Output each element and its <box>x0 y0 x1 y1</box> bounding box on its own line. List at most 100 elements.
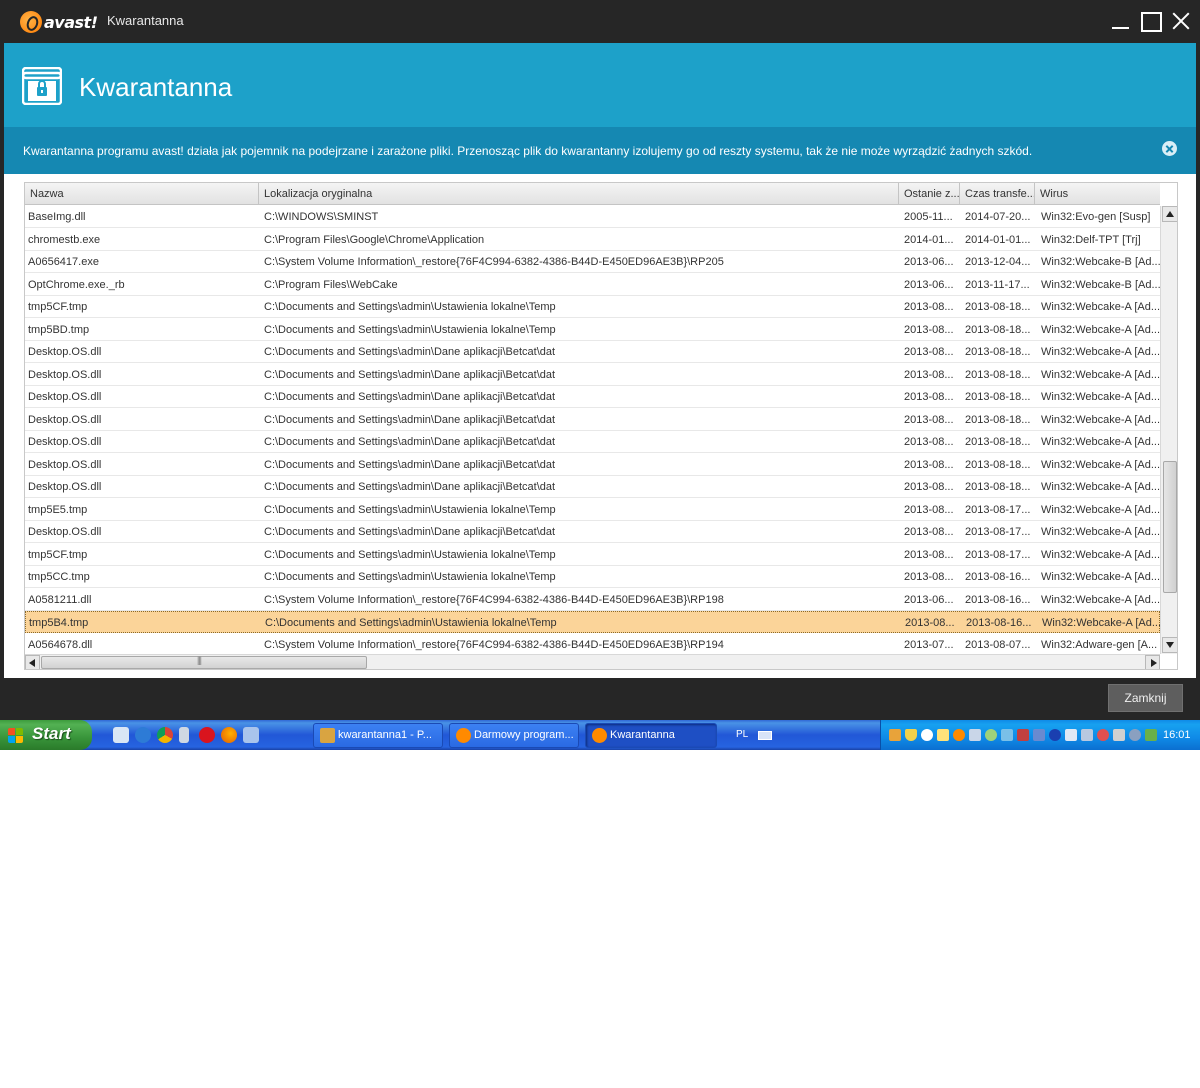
avast-icon <box>592 728 607 743</box>
clock: 16:01 <box>1163 729 1191 741</box>
vertical-scrollbar[interactable] <box>1160 206 1177 654</box>
table-row[interactable]: OptChrome.exe._rb C:\Program Files\WebCak… <box>25 274 1160 296</box>
tray-sync-icon[interactable] <box>1033 729 1045 741</box>
column-header-virus[interactable]: Wirus <box>1035 183 1160 205</box>
tray-signal-icon[interactable] <box>1145 729 1157 741</box>
tray-avast-icon[interactable] <box>953 729 965 741</box>
table-row[interactable]: tmp5CC.tmp C:\Documents and Settings\admi… <box>25 566 1160 588</box>
scroll-left-icon[interactable] <box>25 655 40 669</box>
tray-network-disconnected-icon[interactable] <box>1113 729 1125 741</box>
quicklaunch-chrome-icon[interactable] <box>157 727 173 743</box>
table-cell: chromestb.exe <box>28 233 101 246</box>
table-row[interactable]: Desktop.OS.dll C:\Documents and Settings\… <box>25 386 1160 408</box>
quicklaunch-opera-icon[interactable] <box>199 727 215 743</box>
table-cell: Desktop.OS.dll <box>28 346 102 358</box>
column-header-original-location[interactable]: Lokalizacja oryginalna <box>259 183 899 205</box>
avast-ball-icon <box>20 11 42 33</box>
table-cell: 2013-08... <box>904 436 954 448</box>
quicklaunch-settings-icon[interactable] <box>113 727 129 743</box>
tray-folder-icon[interactable] <box>937 729 949 741</box>
maximize-icon[interactable] <box>1137 8 1163 34</box>
table-cell: 2013-08-17... <box>965 526 1031 538</box>
close-window-icon[interactable] <box>1168 8 1194 34</box>
table-cell: Win32:Webcake-A [Ad... <box>1041 436 1160 448</box>
table-header: Nazwa Lokalizacja oryginalna Ostanie z..… <box>25 183 1160 205</box>
tray-device-icon[interactable] <box>1065 729 1077 741</box>
table-row[interactable]: tmp5CF.tmp C:\Documents and Settings\admi… <box>25 544 1160 566</box>
quicklaunch-document-icon[interactable] <box>179 727 189 743</box>
task-label: kwarantanna1 - P... <box>338 729 432 741</box>
table-cell: 2013-08... <box>905 617 955 629</box>
info-text: Kwarantanna programu avast! działa jak p… <box>23 144 1033 158</box>
vertical-scroll-thumb[interactable] <box>1163 461 1177 593</box>
table-cell: 2013-08-16... <box>965 593 1031 606</box>
minimize-icon[interactable] <box>1108 8 1134 34</box>
table-row[interactable]: Desktop.OS.dll C:\Documents and Settings\… <box>25 431 1160 453</box>
table-row[interactable]: tmp5CF.tmp C:\Documents and Settings\admi… <box>25 296 1160 318</box>
table-cell: tmp5BD.tmp <box>28 323 90 336</box>
info-banner: Kwarantanna programu avast! działa jak p… <box>4 127 1196 174</box>
horizontal-scrollbar[interactable] <box>25 654 1160 669</box>
table-row[interactable]: Desktop.OS.dll C:\Documents and Settings\… <box>25 521 1160 543</box>
table-row-selected[interactable]: tmp5B4.tmp C:\Documents and Settings\admi… <box>25 611 1160 633</box>
table-row[interactable]: Desktop.OS.dll C:\Documents and Settings\… <box>25 476 1160 498</box>
table-row[interactable]: A0564678.dll C:\System Volume Information… <box>25 634 1160 655</box>
table-row[interactable]: Desktop.OS.dll C:\Documents and Settings\… <box>25 364 1160 386</box>
screen: avast! Kwarantanna Kwarantanna Kwarantan… <box>0 0 1200 750</box>
table-row[interactable]: A0656417.exe C:\System Volume Information… <box>25 251 1160 273</box>
keyboard-icon[interactable] <box>758 731 772 740</box>
language-indicator[interactable]: PL <box>736 729 748 740</box>
dismiss-info-icon[interactable] <box>1162 141 1177 156</box>
column-header-name[interactable]: Nazwa <box>25 183 259 205</box>
tray-tool-icon[interactable] <box>1001 729 1013 741</box>
column-header-transfer-time[interactable]: Czas transfe... <box>960 183 1035 205</box>
table-row[interactable]: A0581211.dll C:\System Volume Information… <box>25 589 1160 611</box>
table-cell: Desktop.OS.dll <box>28 436 102 448</box>
table-row[interactable]: chromestb.exe C:\Program Files\Google\Chr… <box>25 229 1160 251</box>
scroll-down-icon[interactable] <box>1162 637 1177 653</box>
tray-blocked-icon[interactable] <box>1097 729 1109 741</box>
tray-display-icon[interactable] <box>1081 729 1093 741</box>
table-cell: 2013-06... <box>904 278 954 291</box>
tray-network-icon[interactable] <box>969 729 981 741</box>
table-cell: tmp5CC.tmp <box>28 571 90 583</box>
quicklaunch-firefox-icon[interactable] <box>221 727 237 743</box>
table-cell: 2013-08-18... <box>965 301 1031 313</box>
close-button[interactable]: Zamknij <box>1108 684 1183 712</box>
tray-app-icon[interactable] <box>889 729 901 741</box>
table-row[interactable]: BaseImg.dll C:\WINDOWS\SMINST 2005-11... 20… <box>25 206 1160 228</box>
tray-bluetooth-icon[interactable] <box>1049 729 1061 741</box>
taskbar-task-kwarantanna[interactable]: Kwarantanna <box>585 723 717 748</box>
quicklaunch-show-desktop-icon[interactable] <box>243 727 259 743</box>
table-row[interactable]: tmp5BD.tmp C:\Documents and Settings\admi… <box>25 319 1160 341</box>
paint-icon <box>320 728 335 743</box>
table-cell: Win32:Webcake-B [Ad... <box>1041 278 1160 291</box>
table-row[interactable]: Desktop.OS.dll C:\Documents and Settings\… <box>25 341 1160 363</box>
quicklaunch-media-player-icon[interactable] <box>135 727 151 743</box>
tray-volume-icon[interactable] <box>1129 729 1141 741</box>
tray-red-icon[interactable] <box>1017 729 1029 741</box>
tray-update-icon[interactable] <box>985 729 997 741</box>
table-cell: C:\System Volume Information\_restore{76… <box>264 593 724 606</box>
title-bar[interactable]: avast! Kwarantanna <box>0 0 1200 43</box>
taskbar-task-paint[interactable]: kwarantanna1 - P... <box>313 723 443 748</box>
horizontal-scroll-thumb[interactable] <box>41 655 367 669</box>
start-button[interactable]: Start <box>0 720 92 750</box>
column-header-last-modified[interactable]: Ostanie z... <box>899 183 960 205</box>
table-cell: 2013-08-18... <box>965 436 1031 448</box>
table-body: BaseImg.dll C:\WINDOWS\SMINST 2005-11... 20… <box>25 206 1160 654</box>
scroll-up-icon[interactable] <box>1162 206 1177 222</box>
table-cell: C:\Documents and Settings\admin\Ustawien… <box>264 323 556 336</box>
table-cell: Win32:Webcake-A [Ad... <box>1041 503 1160 516</box>
table-cell: tmp5B4.tmp <box>29 617 89 629</box>
table-row[interactable]: tmp5E5.tmp C:\Documents and Settings\admi… <box>25 499 1160 521</box>
tray-chat-icon[interactable] <box>921 729 933 741</box>
table-row[interactable]: Desktop.OS.dll C:\Documents and Settings\… <box>25 454 1160 476</box>
table-cell: C:\WINDOWS\SMINST <box>264 211 379 223</box>
tray-shield-icon[interactable] <box>905 729 917 741</box>
scroll-right-icon[interactable] <box>1145 655 1160 669</box>
table-row[interactable]: Desktop.OS.dll C:\Documents and Settings\… <box>25 409 1160 431</box>
main-content: Nazwa Lokalizacja oryginalna Ostanie z..… <box>4 174 1196 678</box>
taskbar-task-browser[interactable]: Darmowy program... <box>449 723 579 748</box>
table-cell: C:\System Volume Information\_restore{76… <box>264 638 724 651</box>
